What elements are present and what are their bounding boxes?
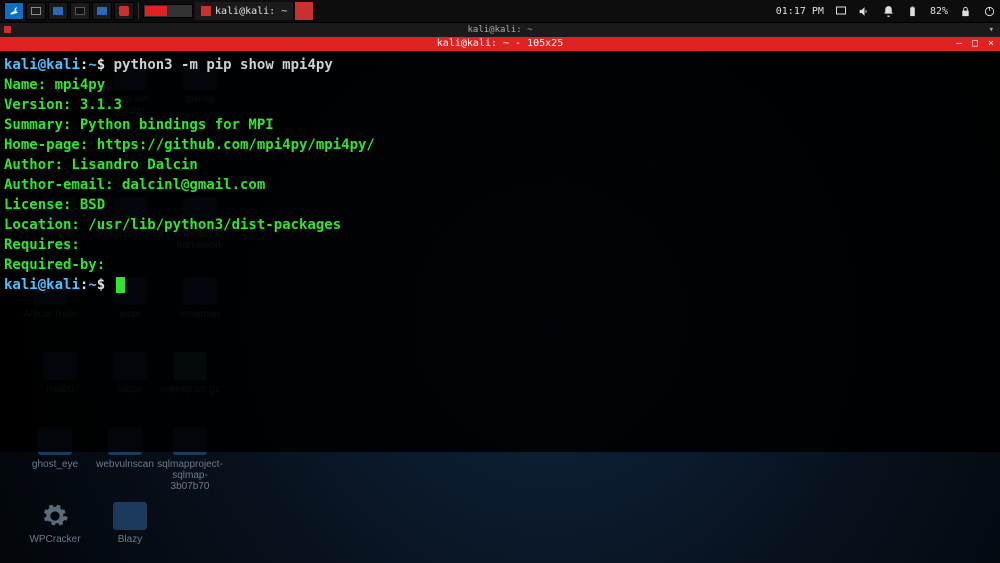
prompt-line: kali@kali:~$ python3 -m pip show mpi4py <box>4 55 996 75</box>
battery-percent: 82% <box>930 6 948 17</box>
output-line: Location: /usr/lib/python3/dist-packages <box>4 215 996 235</box>
top-panel: kali@kali: ~ 01:17 PM 82% <box>0 0 1000 22</box>
panel-right: 01:17 PM 82% <box>776 4 996 18</box>
volume-icon[interactable] <box>858 4 872 18</box>
desktop-icon[interactable]: Blazy <box>95 502 165 545</box>
output-line: Requires: <box>4 235 996 255</box>
desktop-icon-label: WPCracker <box>20 534 90 545</box>
terminal-window: kali@kali: ~ ▾ kali@kali: ~ - 105x25 – □… <box>0 22 1000 452</box>
panel-launcher-3[interactable] <box>92 2 112 20</box>
window-minimize-icon[interactable]: ▾ <box>989 23 994 37</box>
output-line: Version: 3.1.3 <box>4 95 996 115</box>
prompt-at: @ <box>38 57 46 73</box>
output-line: Summary: Python bindings for MPI <box>4 115 996 135</box>
minimize-button[interactable]: – <box>952 37 966 51</box>
terminal-icon <box>201 6 211 16</box>
panel-launcher-terminal[interactable] <box>70 2 90 20</box>
maximize-button[interactable]: □ <box>968 37 982 51</box>
output-line: Home-page: https://github.com/mpi4py/mpi… <box>4 135 996 155</box>
prompt-line: kali@kali:~$ <box>4 275 996 295</box>
prompt-dollar: $ <box>97 57 114 73</box>
output-line: Author-email: dalcinl@gmail.com <box>4 175 996 195</box>
cursor <box>116 277 125 293</box>
taskbar-item-extra[interactable] <box>295 2 313 20</box>
terminal-titlebar[interactable]: kali@kali: ~ - 105x25 – □ × <box>0 37 1000 51</box>
desktop-icon-label: Blazy <box>95 534 165 545</box>
workspace-switcher[interactable] <box>143 4 193 18</box>
panel-left: kali@kali: ~ <box>4 2 313 20</box>
desktop-icon[interactable]: WPCracker <box>20 502 90 545</box>
panel-launcher-2[interactable] <box>48 2 68 20</box>
prompt-path: ~ <box>88 57 96 73</box>
terminal-tab-title: kali@kali: ~ <box>467 25 532 35</box>
notifications-icon[interactable] <box>882 4 896 18</box>
panel-separator <box>138 3 139 19</box>
show-desktop-icon[interactable] <box>834 4 848 18</box>
battery-icon[interactable] <box>906 4 920 18</box>
terminal-window-title: kali@kali: ~ - 105x25 <box>437 38 563 49</box>
desktop-icon-label: ghost_eye <box>20 459 90 470</box>
taskbar-item-label: kali@kali: ~ <box>215 6 287 17</box>
output-line: Author: Lisandro Dalcin <box>4 155 996 175</box>
tab-icon <box>4 26 11 33</box>
prompt-user: kali <box>4 57 38 73</box>
panel-launcher-4[interactable] <box>114 2 134 20</box>
power-icon[interactable] <box>982 4 996 18</box>
desktop-icon-label: sqlmapproject-sqlmap-3b07b70 <box>155 459 225 492</box>
panel-launcher-1[interactable] <box>26 2 46 20</box>
prompt-host: kali <box>46 57 80 73</box>
desktop-icon-label: webvulnscan <box>90 459 160 470</box>
close-button[interactable]: × <box>984 37 998 51</box>
output-line: License: BSD <box>4 195 996 215</box>
app-menu-button[interactable] <box>4 2 24 20</box>
clock[interactable]: 01:17 PM <box>776 6 824 17</box>
output-line: Required-by: <box>4 255 996 275</box>
terminal-tabbar[interactable]: kali@kali: ~ ▾ <box>0 23 1000 37</box>
taskbar-item-terminal[interactable]: kali@kali: ~ <box>195 2 293 20</box>
terminal-body[interactable]: kali@kali:~$ python3 -m pip show mpi4py … <box>0 51 1000 299</box>
command-text: python3 -m pip show mpi4py <box>114 57 333 73</box>
lock-icon[interactable] <box>958 4 972 18</box>
output-line: Name: mpi4py <box>4 75 996 95</box>
